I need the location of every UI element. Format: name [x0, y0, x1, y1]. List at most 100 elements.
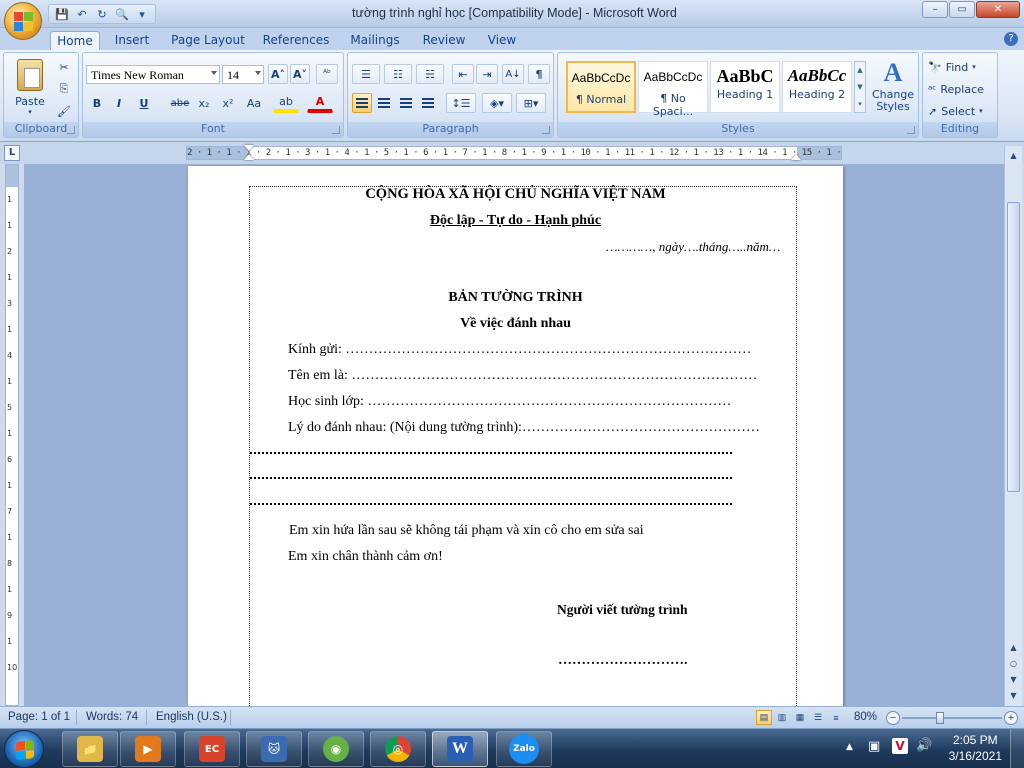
change-case-button[interactable]: Aa — [241, 93, 267, 113]
style-heading-2[interactable]: AaBbCc Heading 2 — [782, 61, 852, 113]
taskbar-presentation-app[interactable]: EC — [184, 731, 240, 767]
zoom-slider-thumb[interactable] — [936, 712, 944, 724]
save-icon[interactable]: 💾 — [53, 6, 71, 22]
print-preview-icon[interactable]: 🔍 — [113, 6, 131, 22]
start-button[interactable] — [4, 730, 44, 768]
clock[interactable]: 2:05 PM 3/16/2021 — [949, 732, 1002, 764]
web-layout-icon[interactable]: ▦ — [792, 710, 808, 725]
taskbar-coccoc-browser[interactable]: ◉ — [308, 731, 364, 767]
page-count[interactable]: Page: 1 of 1 — [8, 711, 70, 723]
show-hidden-icons-arrow[interactable]: ▲ — [846, 742, 853, 752]
style-normal[interactable]: AaBbCcDc ¶ Normal — [566, 61, 636, 113]
underline-button[interactable]: U — [131, 93, 157, 113]
find-button[interactable]: 🔭 Find ▾ — [927, 57, 993, 77]
scroll-up-page-button[interactable]: ▲ — [1006, 640, 1021, 655]
copy-icon[interactable]: ⎘ — [54, 79, 74, 99]
word-count[interactable]: Words: 74 — [86, 711, 138, 723]
format-painter-icon[interactable]: 🖌 — [54, 101, 74, 121]
align-center-button[interactable] — [374, 93, 394, 113]
tab-home[interactable]: Home — [50, 31, 100, 50]
select-button[interactable]: ➚ Select ▾ — [927, 101, 993, 121]
minimize-button[interactable]: – — [922, 1, 948, 18]
sort-button[interactable]: A↓ — [502, 64, 524, 84]
vertical-scrollbar[interactable]: ▲ ▲ ○ ▼ ▼ — [1004, 146, 1022, 706]
taskbar-media-player[interactable]: ▶ — [120, 731, 176, 767]
bold-button[interactable]: B — [87, 93, 107, 113]
taskbar-chrome[interactable]: ◎ — [370, 731, 426, 767]
increase-indent-button[interactable]: ⇥ — [476, 64, 498, 84]
tab-insert[interactable]: Insert — [109, 31, 155, 50]
volume-icon[interactable]: 🔊 — [916, 738, 932, 753]
tab-mailings[interactable]: Mailings — [346, 31, 404, 50]
network-icon[interactable]: ▣ — [868, 739, 880, 754]
replace-button[interactable]: ᵃᶜ Replace — [927, 79, 993, 99]
customize-qat-icon[interactable]: ▾ — [133, 6, 151, 22]
select-browse-object-button[interactable]: ○ — [1006, 656, 1021, 671]
borders-button[interactable]: ⊞▾ — [516, 93, 546, 113]
style-no-spacing[interactable]: AaBbCcDc ¶ No Spaci... — [638, 61, 708, 118]
outline-view-icon[interactable]: ☰ — [810, 710, 826, 725]
antivirus-icon[interactable]: V — [892, 738, 908, 754]
taskbar-word[interactable]: W — [432, 731, 488, 767]
subscript-button[interactable]: x₂ — [193, 93, 215, 113]
scroll-down-page-button[interactable]: ▼ — [1006, 672, 1021, 687]
taskbar-file-explorer[interactable]: 📁 — [62, 731, 118, 767]
help-icon[interactable]: ? — [1004, 32, 1018, 46]
cut-icon[interactable]: ✂ — [54, 57, 74, 77]
language-indicator[interactable]: English (U.S.) — [156, 711, 227, 723]
maximize-button[interactable]: ▭ — [949, 1, 975, 18]
styles-launcher-icon[interactable] — [907, 126, 915, 134]
text-highlight-button[interactable]: ab — [273, 93, 299, 113]
font-family-combo[interactable]: Times New Roman — [86, 65, 220, 84]
tab-view[interactable]: View — [484, 31, 520, 50]
horizontal-ruler[interactable]: 2 · 1 · 1 · 1 · 2 · 1 · 3 · 1 · 4 · 1 · … — [186, 145, 842, 160]
taskbar-zalo[interactable]: Zalo — [496, 731, 552, 767]
shrink-font-button[interactable]: A˅ — [290, 64, 310, 84]
tab-selector[interactable]: L — [4, 145, 20, 161]
tab-review[interactable]: Review — [420, 31, 468, 50]
show-desktop-button[interactable] — [1010, 729, 1024, 768]
zoom-slider[interactable] — [902, 717, 1002, 719]
superscript-button[interactable]: x² — [217, 93, 239, 113]
font-color-button[interactable]: A — [307, 93, 333, 113]
font-launcher-icon[interactable] — [332, 126, 340, 134]
taskbar-cat-app[interactable]: 🐱 — [246, 731, 302, 767]
zoom-out-button[interactable]: − — [886, 711, 900, 725]
change-styles-button[interactable]: A Change Styles — [870, 57, 916, 121]
show-marks-button[interactable]: ¶ — [528, 64, 550, 84]
undo-icon[interactable]: ↶ — [73, 6, 91, 22]
office-button[interactable] — [4, 2, 42, 40]
align-left-button[interactable] — [352, 93, 372, 113]
numbering-button[interactable]: ☷ — [384, 64, 412, 84]
first-line-indent-marker[interactable] — [244, 145, 254, 151]
scroll-down-button[interactable]: ▼ — [1006, 688, 1021, 703]
multilevel-list-button[interactable]: ☵ — [416, 64, 444, 84]
print-layout-view-icon[interactable]: ▤ — [756, 710, 772, 725]
clipboard-launcher-icon[interactable] — [67, 126, 75, 134]
scroll-thumb[interactable] — [1007, 202, 1020, 492]
vertical-ruler[interactable]: 1 1 2 1 3 1 4 1 5 1 6 1 7 1 8 1 9 1 10 — [5, 164, 19, 706]
paragraph-launcher-icon[interactable] — [542, 126, 550, 134]
scroll-up-button[interactable]: ▲ — [1006, 148, 1021, 163]
justify-button[interactable] — [418, 93, 438, 113]
style-heading-1[interactable]: AaBbC Heading 1 — [710, 61, 780, 113]
close-button[interactable]: ✕ — [976, 1, 1020, 18]
document-canvas[interactable]: CỘNG HÒA XÃ HỘI CHỦ NGHĨA VIỆT NAM Độc l… — [24, 164, 1006, 706]
document-page[interactable]: CỘNG HÒA XÃ HỘI CHỦ NGHĨA VIỆT NAM Độc l… — [188, 166, 843, 706]
zoom-level[interactable]: 80% — [854, 711, 877, 723]
paste-button[interactable]: Paste ▾ — [8, 57, 52, 119]
right-indent-marker[interactable] — [791, 154, 801, 160]
styles-scroll-arrows[interactable]: ▲ ▼ ▾ — [854, 61, 866, 113]
line-spacing-button[interactable]: ↕☰ — [446, 93, 476, 113]
bullets-button[interactable]: ☰ — [352, 64, 380, 84]
full-screen-reading-icon[interactable]: ▥ — [774, 710, 790, 725]
tab-page-layout[interactable]: Page Layout — [170, 31, 246, 50]
hanging-indent-marker[interactable] — [244, 154, 254, 160]
draft-view-icon[interactable]: ≡ — [828, 710, 844, 725]
shading-button[interactable]: ◈▾ — [482, 93, 512, 113]
align-right-button[interactable] — [396, 93, 416, 113]
redo-icon[interactable]: ↻ — [93, 6, 111, 22]
zoom-in-button[interactable]: + — [1004, 711, 1018, 725]
tab-references[interactable]: References — [262, 31, 330, 50]
clear-formatting-button[interactable]: ᴬᵇ — [316, 64, 338, 84]
